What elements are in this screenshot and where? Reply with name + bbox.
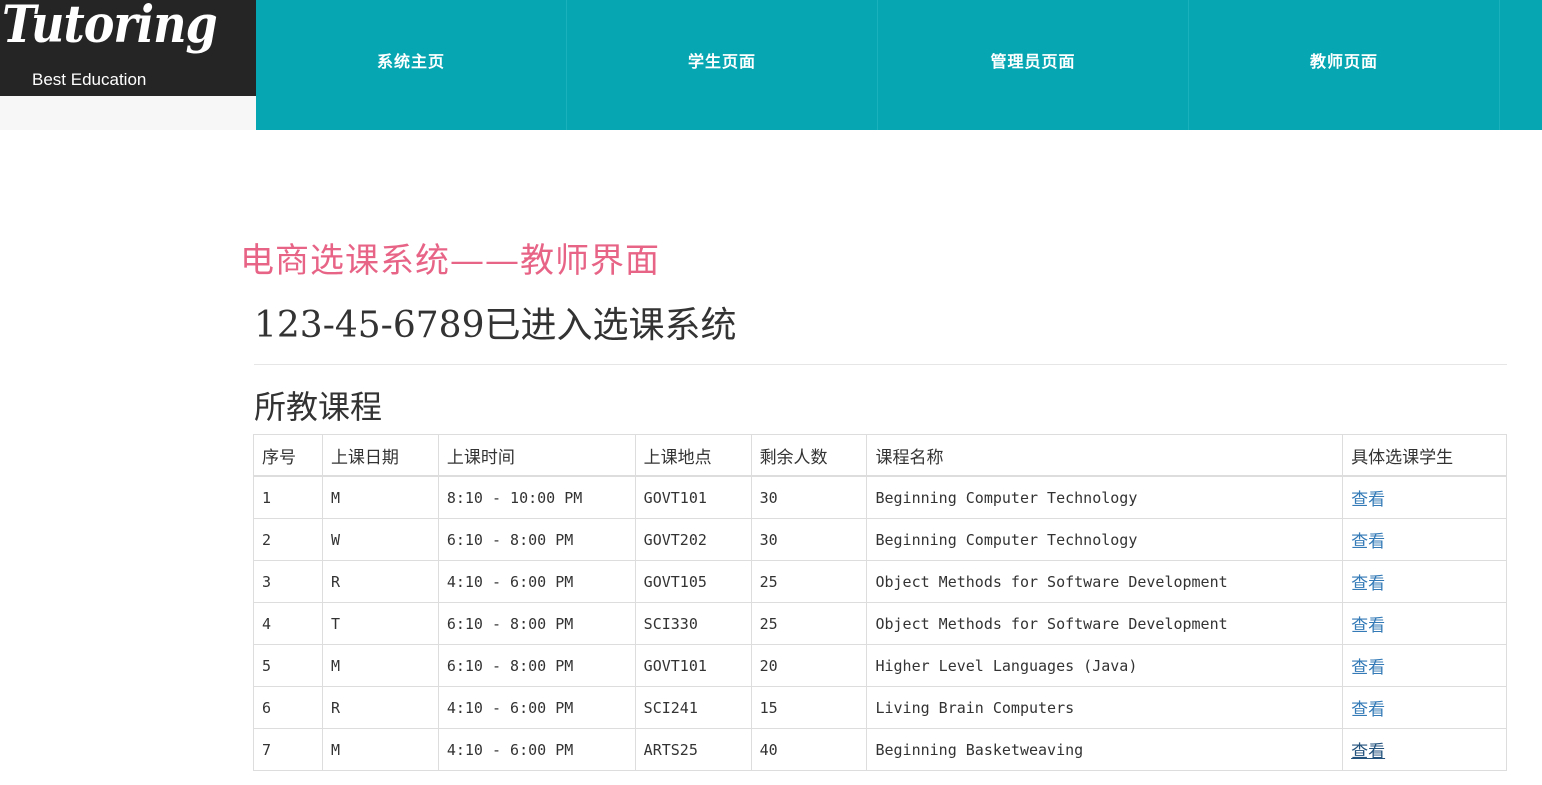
view-students-link[interactable]: 查看 <box>1351 616 1385 636</box>
brand-logo[interactable]: Tutoring Best Education <box>0 0 256 96</box>
nav-item-teacher[interactable]: 教师页面 <box>1189 0 1500 130</box>
system-title: 电商选课系统——教师界面 <box>240 241 660 281</box>
cell-location: GOVT101 <box>634 475 752 519</box>
cell-index: 3 <box>253 560 323 603</box>
cell-index: 4 <box>253 602 323 645</box>
top-nav: 系统主页 学生页面 管理员页面 教师页面 <box>256 0 1542 130</box>
table-row: 3 R 4:10 - 6:00 PM GOVT105 25 Object Met… <box>253 560 1507 603</box>
cell-day: M <box>321 644 439 687</box>
column-header: 剩余人数 <box>750 434 868 477</box>
view-students-link[interactable]: 查看 <box>1351 532 1385 552</box>
nav-item-home[interactable]: 系统主页 <box>256 0 567 130</box>
cell-course-name: Living Brain Computers <box>866 686 1344 729</box>
cell-course-name: Object Methods for Software Development <box>866 560 1344 603</box>
cell-remaining: 30 <box>750 475 868 519</box>
column-header: 上课地点 <box>634 434 752 477</box>
cell-course-name: Beginning Basketweaving <box>866 728 1344 771</box>
nav-item-admin[interactable]: 管理员页面 <box>878 0 1189 130</box>
cell-location: SCI330 <box>634 602 752 645</box>
logo-script-text: Tutoring <box>2 0 218 55</box>
cell-location: GOVT101 <box>634 644 752 687</box>
welcome-heading: 123-45-6789已进入选课系统 <box>254 305 737 346</box>
cell-index: 6 <box>253 686 323 729</box>
logo-underlay <box>0 96 256 130</box>
nav-item-student[interactable]: 学生页面 <box>567 0 878 130</box>
cell-course-name: Higher Level Languages (Java) <box>866 644 1344 687</box>
cell-remaining: 15 <box>750 686 868 729</box>
table-row: 7 M 4:10 - 6:00 PM ARTS25 40 Beginning B… <box>253 728 1507 771</box>
table-row: 6 R 4:10 - 6:00 PM SCI241 15 Living Brai… <box>253 686 1507 729</box>
cell-day: R <box>321 560 439 603</box>
cell-day: M <box>321 728 439 771</box>
cell-time: 6:10 - 8:00 PM <box>437 518 636 561</box>
cell-action: 查看 <box>1342 518 1507 561</box>
cell-location: GOVT202 <box>634 518 752 561</box>
nav-filler <box>1500 0 1542 130</box>
cell-action: 查看 <box>1342 602 1507 645</box>
cell-index: 7 <box>253 728 323 771</box>
logo-tagline: Best Education <box>32 70 147 89</box>
column-header: 上课日期 <box>321 434 439 477</box>
column-header: 课程名称 <box>866 434 1344 477</box>
view-students-link[interactable]: 查看 <box>1351 574 1385 594</box>
cell-remaining: 20 <box>750 644 868 687</box>
cell-action: 查看 <box>1342 686 1507 729</box>
view-students-link[interactable]: 查看 <box>1351 700 1385 720</box>
table-row: 5 M 6:10 - 8:00 PM GOVT101 20 Higher Lev… <box>253 644 1507 687</box>
divider <box>254 364 1507 365</box>
cell-location: GOVT105 <box>634 560 752 603</box>
cell-day: T <box>321 602 439 645</box>
cell-course-name: Beginning Computer Technology <box>866 518 1344 561</box>
section-title: 所教课程 <box>254 388 383 426</box>
cell-remaining: 25 <box>750 602 868 645</box>
column-header: 具体选课学生 <box>1342 434 1507 477</box>
table-header-row: 序号 上课日期 上课时间 上课地点 剩余人数 课程名称 具体选课学生 <box>253 434 1507 477</box>
cell-day: M <box>321 475 439 519</box>
cell-time: 4:10 - 6:00 PM <box>437 728 636 771</box>
cell-time: 4:10 - 6:00 PM <box>437 686 636 729</box>
cell-time: 6:10 - 8:00 PM <box>437 602 636 645</box>
table-row: 1 M 8:10 - 10:00 PM GOVT101 30 Beginning… <box>253 475 1507 519</box>
cell-action: 查看 <box>1342 644 1507 687</box>
cell-time: 6:10 - 8:00 PM <box>437 644 636 687</box>
cell-action: 查看 <box>1342 475 1507 519</box>
cell-remaining: 25 <box>750 560 868 603</box>
cell-course-name: Object Methods for Software Development <box>866 602 1344 645</box>
cell-day: W <box>321 518 439 561</box>
cell-index: 2 <box>253 518 323 561</box>
view-students-link[interactable]: 查看 <box>1351 742 1385 762</box>
cell-remaining: 40 <box>750 728 868 771</box>
view-students-link[interactable]: 查看 <box>1351 490 1385 510</box>
cell-time: 4:10 - 6:00 PM <box>437 560 636 603</box>
column-header: 序号 <box>253 434 323 477</box>
cell-index: 5 <box>253 644 323 687</box>
cell-location: ARTS25 <box>634 728 752 771</box>
table-row: 4 T 6:10 - 8:00 PM SCI330 25 Object Meth… <box>253 602 1507 645</box>
cell-time: 8:10 - 10:00 PM <box>437 475 636 519</box>
table-row: 2 W 6:10 - 8:00 PM GOVT202 30 Beginning … <box>253 518 1507 561</box>
cell-action: 查看 <box>1342 728 1507 771</box>
cell-remaining: 30 <box>750 518 868 561</box>
cell-day: R <box>321 686 439 729</box>
cell-location: SCI241 <box>634 686 752 729</box>
cell-action: 查看 <box>1342 560 1507 603</box>
column-header: 上课时间 <box>437 434 636 477</box>
view-students-link[interactable]: 查看 <box>1351 658 1385 678</box>
courses-table: 序号 上课日期 上课时间 上课地点 剩余人数 课程名称 具体选课学生 1 M 8… <box>253 434 1507 771</box>
cell-course-name: Beginning Computer Technology <box>866 475 1344 519</box>
cell-index: 1 <box>253 475 323 519</box>
